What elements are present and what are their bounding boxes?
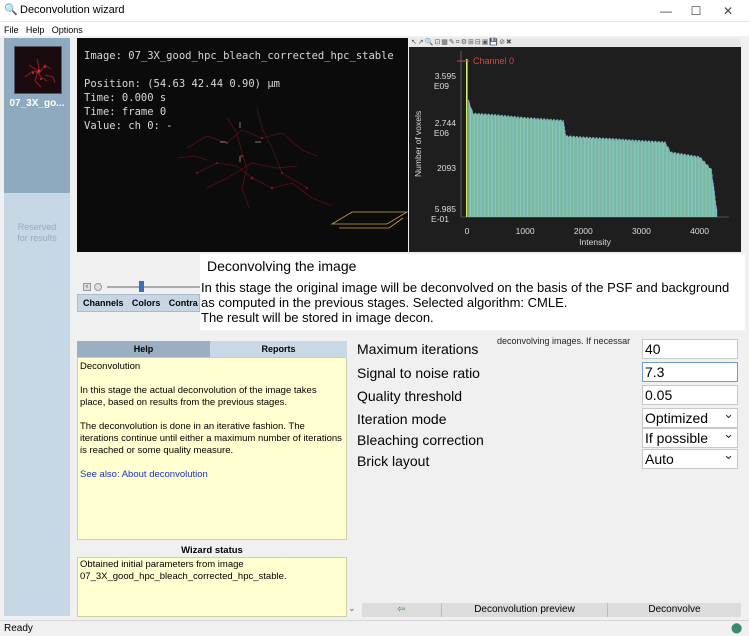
tab-channels[interactable]: Channels [83,298,124,308]
y-tick-label: 2.744 [435,118,457,128]
help-content: Deconvolution In this stage the actual d… [77,357,347,540]
app-search-icon: 🔍 [4,4,18,16]
title-bar: 🔍 Deconvolution wizard — ☐ ✕ [0,0,749,22]
x-tick-label: 1000 [516,226,535,236]
thumbnail-image [14,46,62,94]
wizard-status-line-2: 07_3X_good_hpc_bleach_corrected_hpc_stab… [80,571,287,582]
x-tick-label: 4000 [690,226,709,236]
wizard-status-heading: Wizard status [181,545,243,556]
slider-reset-icon[interactable] [94,283,102,291]
tab-contrast[interactable]: Contra [169,298,198,308]
x-tick-label: 3000 [632,226,651,236]
slider-left-arrow-icon[interactable]: ‹ [83,283,91,291]
y-tick-exponent: E-01 [431,214,449,224]
deconvolution-preview-button[interactable]: Deconvolution preview [442,603,608,617]
overlay-line-3: The result will be stored in image decon… [201,310,434,325]
slider-handle[interactable] [139,281,144,292]
menu-bar: File Help Options [0,22,749,36]
image-viewer[interactable]: Image: 07_3X_good_hpc_bleach_corrected_h… [77,38,408,252]
tab-colors[interactable]: Colors [132,298,161,308]
overlay-title: Deconvolving the image [207,258,357,274]
scroll-down-icon[interactable]: ⌄ [348,603,356,614]
histogram-bars [466,59,718,217]
overlay-line-2: as computed in the previous stages. Sele… [201,295,568,310]
iteration-mode-label: Iteration mode [357,411,447,427]
histogram-panel: ↖↗🔍⊡▦✎⌗⚙⊞⊟▣💾⊘✖ 3.595 E09 2.744 E06 2093 5.985… [409,38,741,252]
close-button[interactable]: ✕ [712,0,744,22]
window-title: Deconvolution wizard [20,4,125,16]
x-axis-label: Intensity [579,237,611,247]
menu-options[interactable]: Options [52,24,83,36]
x-tick-label: 0 [465,226,470,236]
y-tick-label: 3.595 [435,71,457,81]
bleaching-correction-select[interactable]: If possible [642,425,738,448]
see-also-link[interactable]: See also: About deconvolution [80,469,344,481]
quality-threshold-input[interactable]: 0.05 [642,385,738,405]
image-info-text: Image: 07_3X_good_hpc_bleach_corrected_h… [84,50,394,132]
menu-file[interactable]: File [4,24,19,36]
snr-input[interactable]: 7.3 [642,362,738,382]
quality-threshold-label: Quality threshold [357,388,463,404]
overlay-line-1: In this stage the original image will be… [201,280,730,295]
legend-label: Channel 0 [473,56,514,66]
wizard-status-line-1: Obtained initial parameters from image [80,559,244,570]
help-scrollbar[interactable]: ⌄ [347,341,357,617]
histogram-chart: 3.595E09 2.744E06 2093 5.985E-01 0 1000 2000 30… [413,51,729,247]
help-tabbar: Help Reports [77,341,347,357]
max-iterations-label: Maximum iterations [357,341,479,357]
brick-layout-select[interactable]: Auto [642,446,738,469]
y-tick-exponent: E06 [434,128,449,138]
stage-description-overlay: Deconvolving the image In this stage the… [200,254,745,330]
back-arrow-icon[interactable]: ⇦ [362,603,442,617]
slider-row: ‹ [77,280,200,294]
menu-help[interactable]: Help [26,24,45,36]
y-axis-label: Number of voxels [413,111,423,177]
view-tabs: Channels Colors Contra [77,294,200,312]
max-iterations-input[interactable]: 40 [642,339,738,359]
brick-layout-label: Brick layout [357,453,430,469]
partial-description-text: deconvolving images. If necessar [497,336,631,346]
tab-reports[interactable]: Reports [210,341,347,357]
status-bar: Ready ⬤ [0,620,749,636]
help-heading: Deconvolution [80,361,141,372]
y-tick-exponent: E09 [434,81,449,91]
help-paragraph-2: The deconvolution is done in an iterativ… [80,421,342,456]
bleaching-correction-label: Bleaching correction [357,432,484,448]
image-thumbnail[interactable]: 07_3X_go... [4,38,70,193]
thumbnail-label: 07_3X_go... [9,98,65,109]
snr-label: Signal to noise ratio [357,365,480,381]
x-tick-label: 2000 [574,226,593,236]
deconvolve-button[interactable]: Deconvolve [608,603,741,617]
action-button-bar: ⇦ Deconvolution preview Deconvolve [362,603,741,617]
histogram-bar [716,208,718,217]
wizard-status-box: Obtained initial parameters from image 0… [77,557,347,617]
histogram-toolbar[interactable]: ↖↗🔍⊡▦✎⌗⚙⊞⊟▣💾⊘✖ [409,38,741,47]
y-tick-label: 5.985 [435,204,457,214]
minimize-button[interactable]: — [650,0,682,22]
status-text: Ready [4,623,33,634]
tab-help[interactable]: Help [77,341,210,357]
overlay-text: In this stage the original image will be… [201,280,746,325]
help-paragraph-1: In this stage the actual deconvolution o… [80,385,317,408]
maximize-button[interactable]: ☐ [680,0,712,22]
reserved-results-label: Reserved for results [17,222,57,243]
y-tick-label: 2093 [437,163,456,173]
status-indicator-icon: ⬤ [731,623,743,634]
slider-track[interactable] [107,286,200,288]
histogram-spike-bar [466,59,468,217]
